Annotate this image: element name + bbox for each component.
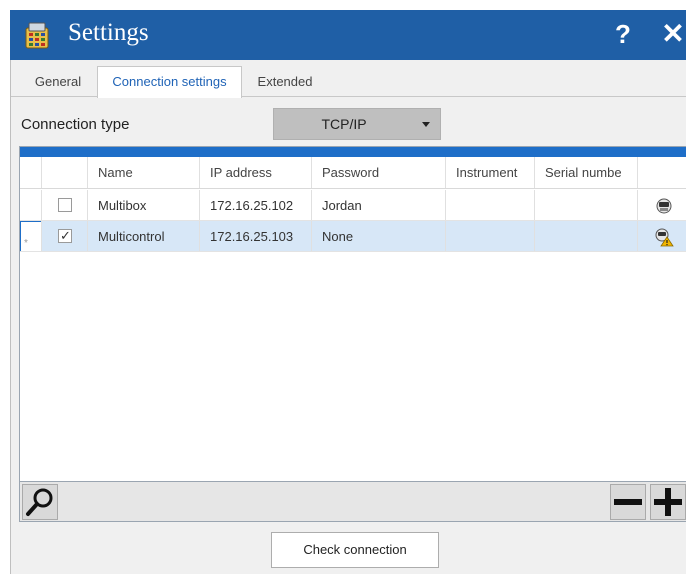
selected-row-indicator: * bbox=[20, 221, 41, 251]
ip-cell[interactable]: 172.16.25.102 bbox=[200, 190, 312, 220]
header-serial-number[interactable]: Serial numbe bbox=[535, 157, 638, 188]
search-icon bbox=[26, 488, 53, 516]
device-icon bbox=[656, 198, 672, 214]
row-checkbox[interactable] bbox=[58, 198, 72, 212]
table-row[interactable]: * ✓ Multicontrol 172.16.25.103 None bbox=[20, 221, 686, 252]
tab-general[interactable]: General bbox=[25, 69, 91, 97]
plus-icon bbox=[654, 488, 682, 516]
password-cell[interactable]: None bbox=[312, 221, 446, 251]
window-title: Settings bbox=[68, 19, 149, 46]
header-name[interactable]: Name bbox=[88, 157, 200, 188]
header-status bbox=[638, 157, 686, 188]
tab-connection-settings[interactable]: Connection settings bbox=[97, 66, 242, 98]
connections-table: Name IP address Password Instrument Seri… bbox=[19, 146, 686, 482]
row-marker: * bbox=[20, 221, 42, 251]
title-bar: Settings ? ✕ bbox=[10, 10, 686, 60]
connection-type-label: Connection type bbox=[21, 116, 130, 133]
password-cell[interactable]: Jordan bbox=[312, 190, 446, 220]
table-header-row: Name IP address Password Instrument Seri… bbox=[20, 157, 686, 189]
header-instrument[interactable]: Instrument bbox=[446, 157, 535, 188]
row-checkbox[interactable]: ✓ bbox=[58, 228, 72, 243]
header-password[interactable]: Password bbox=[312, 157, 446, 188]
row-checkbox-cell: ✓ bbox=[42, 221, 88, 251]
help-button[interactable]: ? bbox=[608, 16, 638, 52]
row-marker bbox=[20, 190, 42, 220]
chevron-down-icon bbox=[422, 122, 430, 127]
calculator-app-icon bbox=[25, 22, 49, 49]
table-toolbar bbox=[19, 482, 686, 522]
settings-content: General Connection settings Extended Con… bbox=[10, 60, 686, 574]
serial-cell[interactable] bbox=[535, 190, 638, 220]
minus-icon bbox=[614, 499, 642, 505]
header-checkbox-column bbox=[42, 157, 88, 188]
search-button[interactable] bbox=[22, 484, 58, 520]
instrument-cell[interactable] bbox=[446, 221, 535, 251]
close-button[interactable]: ✕ bbox=[658, 16, 686, 52]
table-header-bar bbox=[20, 147, 686, 157]
device-warning-icon bbox=[655, 228, 674, 247]
tab-extended[interactable]: Extended bbox=[247, 69, 323, 97]
instrument-cell[interactable] bbox=[446, 190, 535, 220]
name-cell[interactable]: Multibox bbox=[88, 190, 200, 220]
header-ip-address[interactable]: IP address bbox=[200, 157, 312, 188]
serial-cell[interactable] bbox=[535, 221, 638, 251]
ip-cell[interactable]: 172.16.25.103 bbox=[200, 221, 312, 251]
status-cell bbox=[638, 221, 686, 251]
table-row[interactable]: Multibox 172.16.25.102 Jordan bbox=[20, 190, 686, 221]
connection-type-value: TCP/IP bbox=[321, 116, 367, 132]
remove-button[interactable] bbox=[610, 484, 646, 520]
add-button[interactable] bbox=[650, 484, 686, 520]
tab-strip: General Connection settings Extended bbox=[11, 60, 686, 98]
name-cell[interactable]: Multicontrol bbox=[88, 221, 200, 251]
row-checkbox-cell bbox=[42, 190, 88, 220]
check-connection-button[interactable]: Check connection bbox=[271, 532, 439, 568]
header-row-marker bbox=[20, 157, 42, 188]
status-cell bbox=[638, 190, 686, 220]
connection-type-dropdown[interactable]: TCP/IP bbox=[273, 108, 441, 140]
